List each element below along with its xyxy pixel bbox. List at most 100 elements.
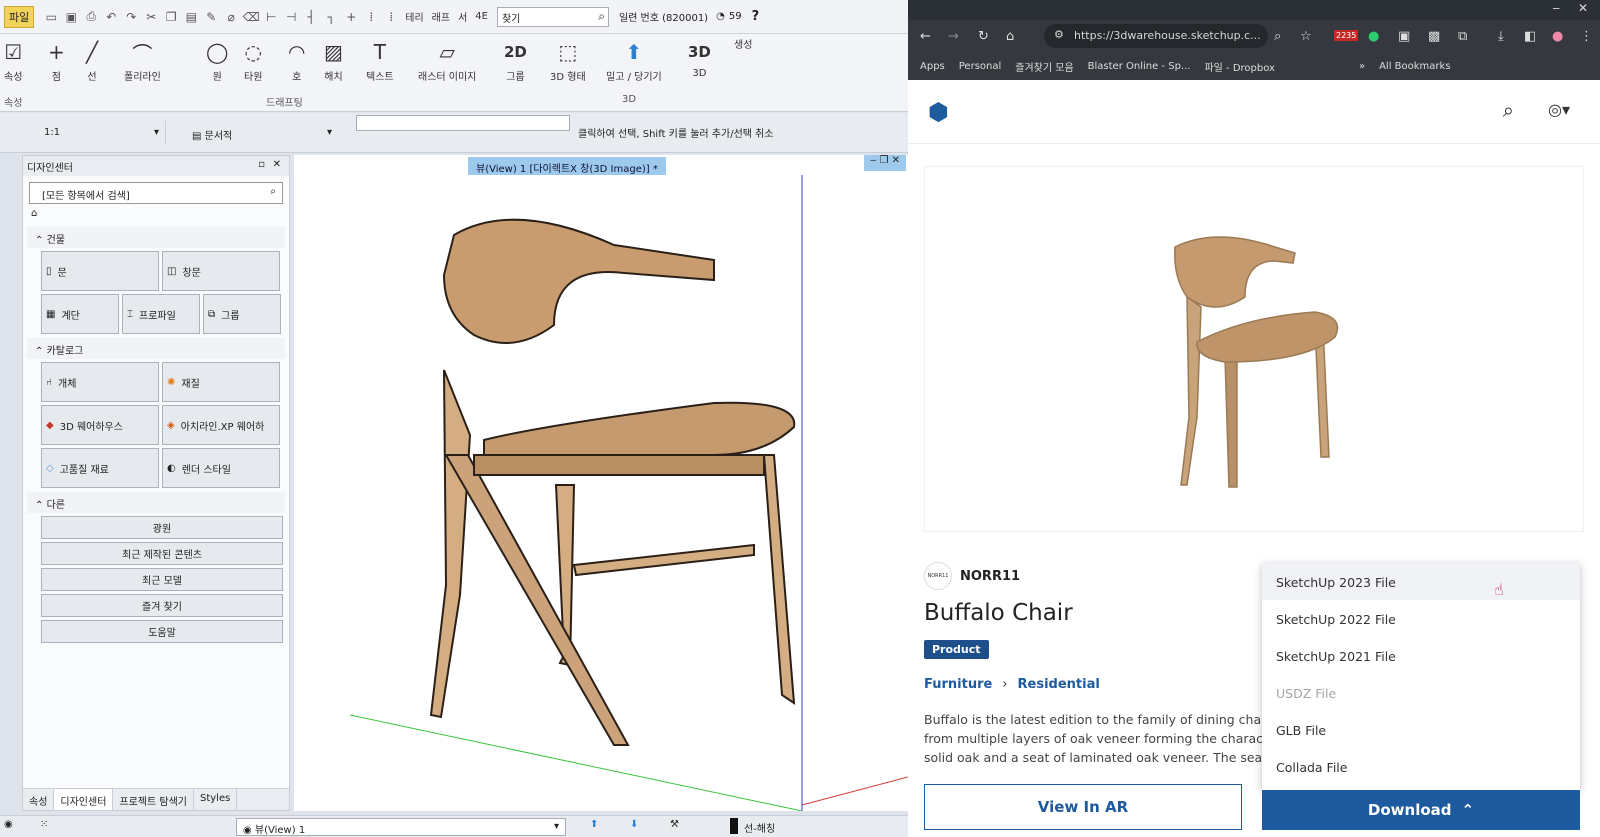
- minimize-icon[interactable]: ‒: [1552, 1, 1560, 15]
- viewport-3d[interactable]: 뷰(View) 1 [다이렉트X 창(3D Image)] * ‒ ❐ ✕: [294, 155, 908, 811]
- tab-0[interactable]: 테리: [402, 9, 426, 24]
- product-image[interactable]: [924, 166, 1584, 532]
- option-input[interactable]: [356, 115, 570, 131]
- back-icon[interactable]: ←: [920, 29, 931, 44]
- view-select[interactable]: ◉ 뷰(View) 1 ▾: [236, 818, 566, 836]
- tile-archline-warehouse[interactable]: ◈ 아치라인.XP 웨어하: [162, 405, 280, 445]
- paint-icon[interactable]: ✎: [202, 8, 220, 26]
- reload-icon[interactable]: ↻: [978, 29, 989, 44]
- tab-2[interactable]: 서: [455, 9, 470, 24]
- tab-project-explorer[interactable]: 프로젝트 탐색기: [113, 789, 194, 810]
- layer-select[interactable]: ▤ 문서적 ▾: [186, 119, 338, 147]
- hammer-icon[interactable]: ⚒: [670, 819, 679, 830]
- cut-icon[interactable]: ✂: [142, 8, 160, 26]
- site-info-icon[interactable]: ⚙: [1054, 28, 1064, 41]
- help-icon[interactable]: ?: [752, 9, 760, 24]
- breadcrumb-furniture[interactable]: Furniture: [924, 677, 992, 692]
- home-icon[interactable]: ⌂: [23, 204, 289, 223]
- download-option-sketchup-2023[interactable]: SketchUp 2023 File: [1262, 563, 1580, 600]
- file-button[interactable]: 파일: [4, 5, 35, 28]
- download-option-glb[interactable]: GLB File: [1262, 711, 1580, 748]
- profile-icon[interactable]: ●: [1552, 29, 1563, 44]
- close-icon[interactable]: ✕: [273, 159, 281, 170]
- menu-icon[interactable]: ⋮: [1580, 29, 1593, 44]
- download-option-collada[interactable]: Collada File: [1262, 748, 1580, 785]
- search-icon[interactable]: ⌕: [598, 9, 605, 24]
- save-icon[interactable]: ▣: [62, 8, 80, 26]
- section-header-other[interactable]: ⌃ 다른: [27, 492, 285, 513]
- camera-icon[interactable]: ◉: [4, 819, 13, 830]
- tool-text[interactable]: T 텍스트: [366, 36, 394, 83]
- delete-icon[interactable]: ⌫: [242, 8, 260, 26]
- print-icon[interactable]: ⎙: [82, 8, 100, 26]
- search-icon[interactable]: ⌕: [270, 186, 276, 197]
- tool-properties[interactable]: ☑ 속성: [4, 36, 22, 83]
- tile-render-style[interactable]: ◐ 렌더 스타일: [162, 448, 280, 488]
- puzzle-icon[interactable]: ⧉: [1458, 29, 1467, 44]
- tab-3[interactable]: 4E: [472, 11, 491, 22]
- view-in-ar-button[interactable]: View In AR: [924, 784, 1242, 830]
- download-option-sketchup-2022[interactable]: SketchUp 2022 File: [1262, 600, 1580, 637]
- link-favorites[interactable]: 즐겨 찾기: [41, 594, 283, 617]
- star-icon[interactable]: ☆: [1300, 29, 1312, 44]
- color-swatch[interactable]: [730, 818, 738, 834]
- dimension-icon[interactable]: ⊣: [282, 8, 300, 26]
- account-icon[interactable]: ◎▾: [1548, 100, 1570, 119]
- sidebar-icon[interactable]: ◧: [1524, 29, 1536, 44]
- tool-3d[interactable]: 3D 3D: [688, 36, 711, 79]
- forward-icon[interactable]: →: [948, 29, 959, 44]
- bookmark-favorites[interactable]: 즐겨찾기 모음: [1015, 59, 1073, 74]
- warehouse-logo-icon[interactable]: ⬢: [928, 98, 949, 126]
- section-header-catalog[interactable]: ⌃ 카탈로그: [27, 338, 285, 359]
- bookmark-all[interactable]: All Bookmarks: [1379, 61, 1450, 72]
- open-icon[interactable]: ▭: [42, 8, 60, 26]
- download-option-sketchup-2021[interactable]: SketchUp 2021 File: [1262, 637, 1580, 674]
- tool-point[interactable]: + 점: [48, 36, 65, 83]
- tool-line[interactable]: ╱ 선: [86, 36, 98, 83]
- tool-polyline[interactable]: ⌒ 폴리라인: [124, 36, 161, 84]
- search-icon[interactable]: ⌕: [1503, 98, 1514, 122]
- undo-icon[interactable]: ↶: [102, 8, 120, 26]
- tool-push-pull[interactable]: ⬆ 밀고 / 당기기: [606, 36, 662, 83]
- measure-icon[interactable]: ⊢: [262, 8, 280, 26]
- line-tool-icon[interactable]: ┤: [302, 8, 320, 26]
- search-input[interactable]: [모든 항목에서 검색] ⌕: [29, 182, 283, 204]
- bookmark-personal[interactable]: Personal: [959, 61, 1002, 72]
- close-icon[interactable]: ✕: [1578, 1, 1588, 15]
- tile-objects[interactable]: ⑁ 개체: [41, 362, 159, 402]
- tool-ellipse[interactable]: ◌ 타원: [244, 36, 262, 83]
- link-light-source[interactable]: 광원: [41, 516, 283, 539]
- tab-styles[interactable]: Styles: [194, 789, 238, 810]
- download-icon[interactable]: ⤓: [1498, 29, 1504, 44]
- bookmark-dropbox[interactable]: 파일 - Dropbox: [1204, 59, 1275, 74]
- tile-door[interactable]: ▯ 문: [41, 251, 159, 291]
- grid-b-icon[interactable]: ⁞: [382, 8, 400, 26]
- extension-icon[interactable]: ▣: [1398, 29, 1410, 44]
- tool-hatch[interactable]: ▨ 해치: [324, 36, 343, 83]
- grid-icon[interactable]: ⁙: [40, 819, 48, 830]
- tile-group[interactable]: ⧉ 그룹: [203, 294, 281, 334]
- extension-icon-2[interactable]: ▩: [1428, 29, 1440, 44]
- link-help[interactable]: 도움말: [41, 620, 283, 643]
- point-plus-icon[interactable]: +: [342, 8, 360, 26]
- tool-group[interactable]: 2D 그룹: [504, 36, 527, 83]
- tile-stairs[interactable]: ▦ 계단: [41, 294, 119, 334]
- tool-3d-shape[interactable]: ⬚ 3D 형태: [550, 36, 586, 83]
- corner-icon[interactable]: ┐: [322, 8, 340, 26]
- bookmark-overflow[interactable]: »: [1359, 61, 1365, 72]
- eyedropper-icon[interactable]: ⌀: [222, 8, 240, 26]
- home-icon[interactable]: ⌂: [1006, 29, 1014, 44]
- zoom-icon[interactable]: ⌕: [1274, 29, 1281, 44]
- tile-profile[interactable]: ⌶ 프로파일: [122, 294, 200, 334]
- extension-badge[interactable]: 2235: [1334, 30, 1359, 41]
- tool-raster-image[interactable]: ▱ 래스터 이미지: [418, 36, 476, 83]
- copy-icon[interactable]: ❐: [162, 8, 180, 26]
- grid-a-icon[interactable]: ⁞: [362, 8, 380, 26]
- tool-arc[interactable]: ◠ 호: [288, 36, 305, 83]
- tool-create[interactable]: 생성: [734, 36, 752, 51]
- pin-icon[interactable]: ▫: [258, 159, 265, 170]
- scale-select[interactable]: 1:1 ▾: [26, 121, 166, 145]
- paste-icon[interactable]: ▤: [182, 8, 200, 26]
- section-header-building[interactable]: ⌃ 건물: [27, 227, 285, 248]
- tile-materials[interactable]: ✺ 재질: [162, 362, 280, 402]
